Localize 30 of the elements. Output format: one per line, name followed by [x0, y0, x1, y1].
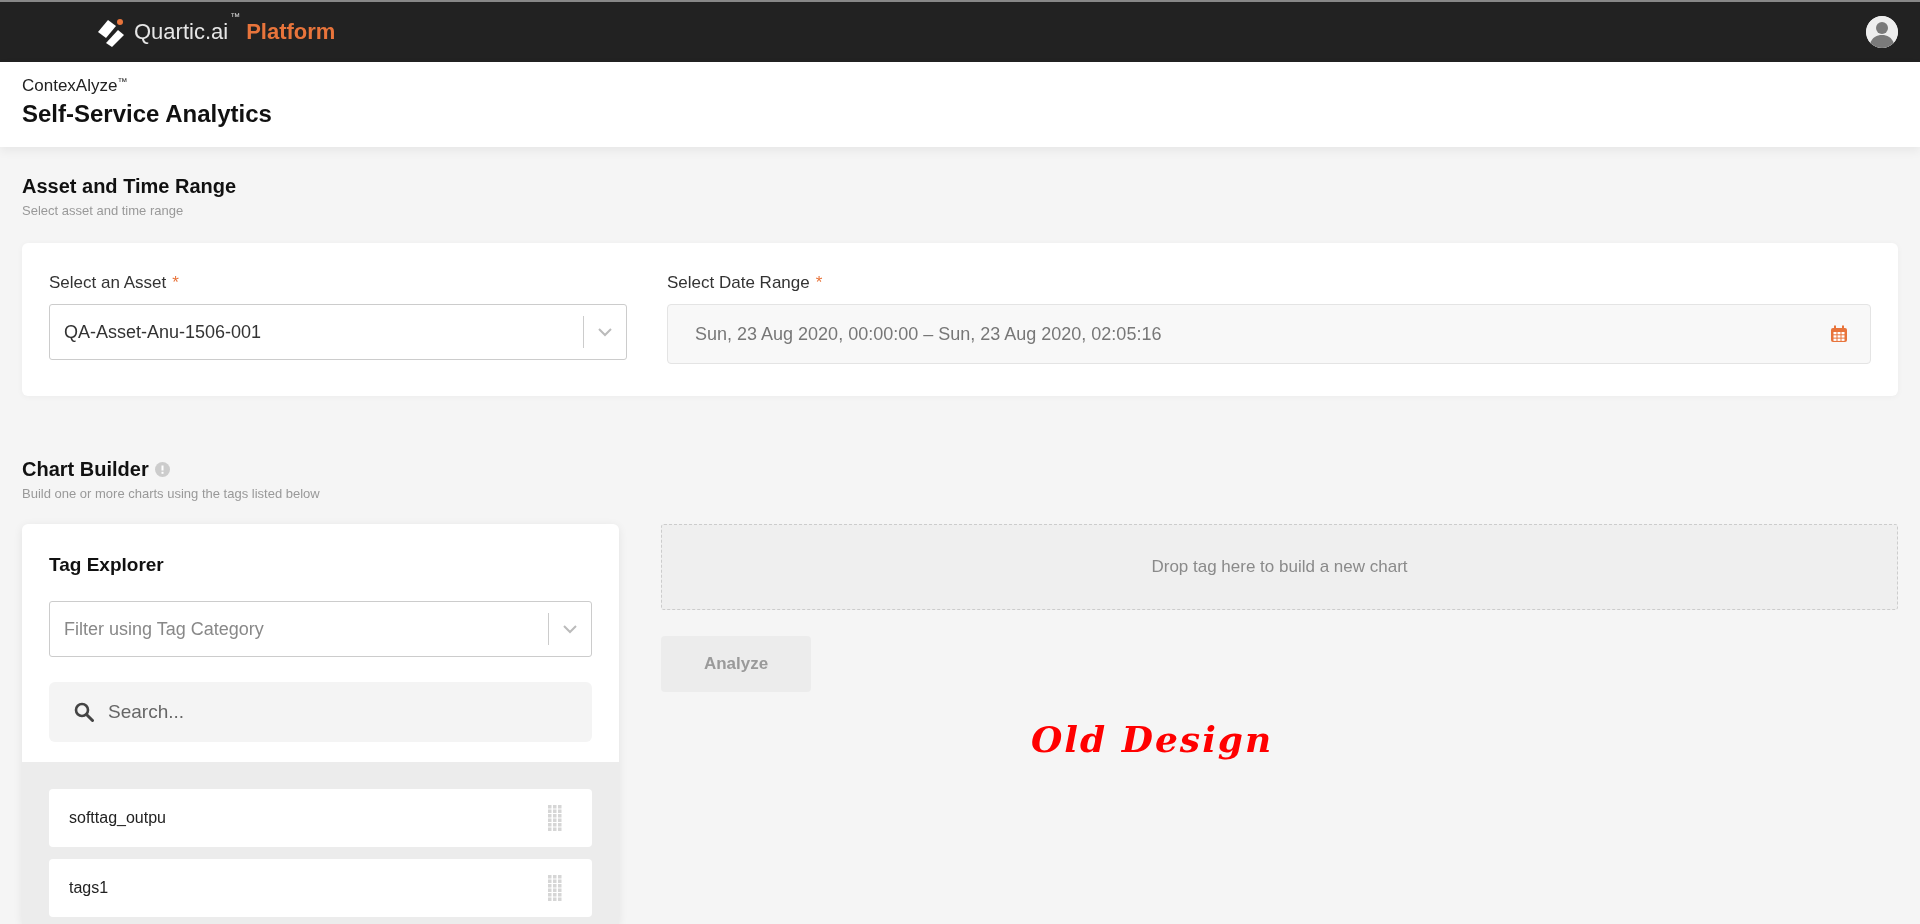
section-title: Asset and Time Range — [22, 175, 238, 198]
search-icon — [74, 702, 94, 722]
chart-drop-zone[interactable]: Drop tag here to build a new chart — [661, 524, 1898, 610]
drag-handle-icon[interactable] — [548, 875, 562, 901]
tag-category-select[interactable]: Filter using Tag Category — [49, 601, 592, 657]
section-title: Chart Builder — [22, 458, 149, 481]
page-title: Self-Service Analytics — [22, 100, 273, 128]
section-subtitle: Select asset and time range — [22, 203, 185, 218]
chevron-down-icon — [563, 624, 577, 634]
section-subtitle: Build one or more charts using the tags listed below — [22, 486, 321, 501]
drag-handle-icon[interactable] — [548, 805, 562, 831]
tag-item[interactable]: tags1 — [49, 859, 592, 917]
date-range-field[interactable]: Sun, 23 Aug 2020, 00:00:00 – Sun, 23 Aug 2020, 02:05:16 — [667, 304, 1871, 364]
info-icon[interactable] — [154, 462, 170, 477]
app-name: ContexAlyze$^{™}$ — [22, 76, 129, 96]
chevron-down-icon — [598, 327, 612, 337]
panel-title: Tag Explorer — [49, 554, 165, 576]
avatar-icon[interactable] — [1866, 16, 1898, 48]
brand-name: Quartic.ai — [134, 19, 229, 45]
required-mark: * — [815, 273, 823, 293]
calendar-icon[interactable] — [1830, 325, 1848, 343]
required-mark: * — [172, 273, 179, 293]
field-label: Select an Asset — [49, 273, 167, 293]
annotation-text: Old Design — [1031, 718, 1274, 760]
product-name: Platform — [246, 19, 336, 45]
tag-item[interactable]: softtag_outpu — [49, 789, 592, 847]
asset-select[interactable]: QA-Asset-Anu-1506-001 — [49, 304, 627, 360]
search-field[interactable]: Search... — [49, 682, 592, 742]
trademark-sign: ™ — [230, 11, 241, 22]
field-label: Select Date Range — [667, 273, 810, 293]
